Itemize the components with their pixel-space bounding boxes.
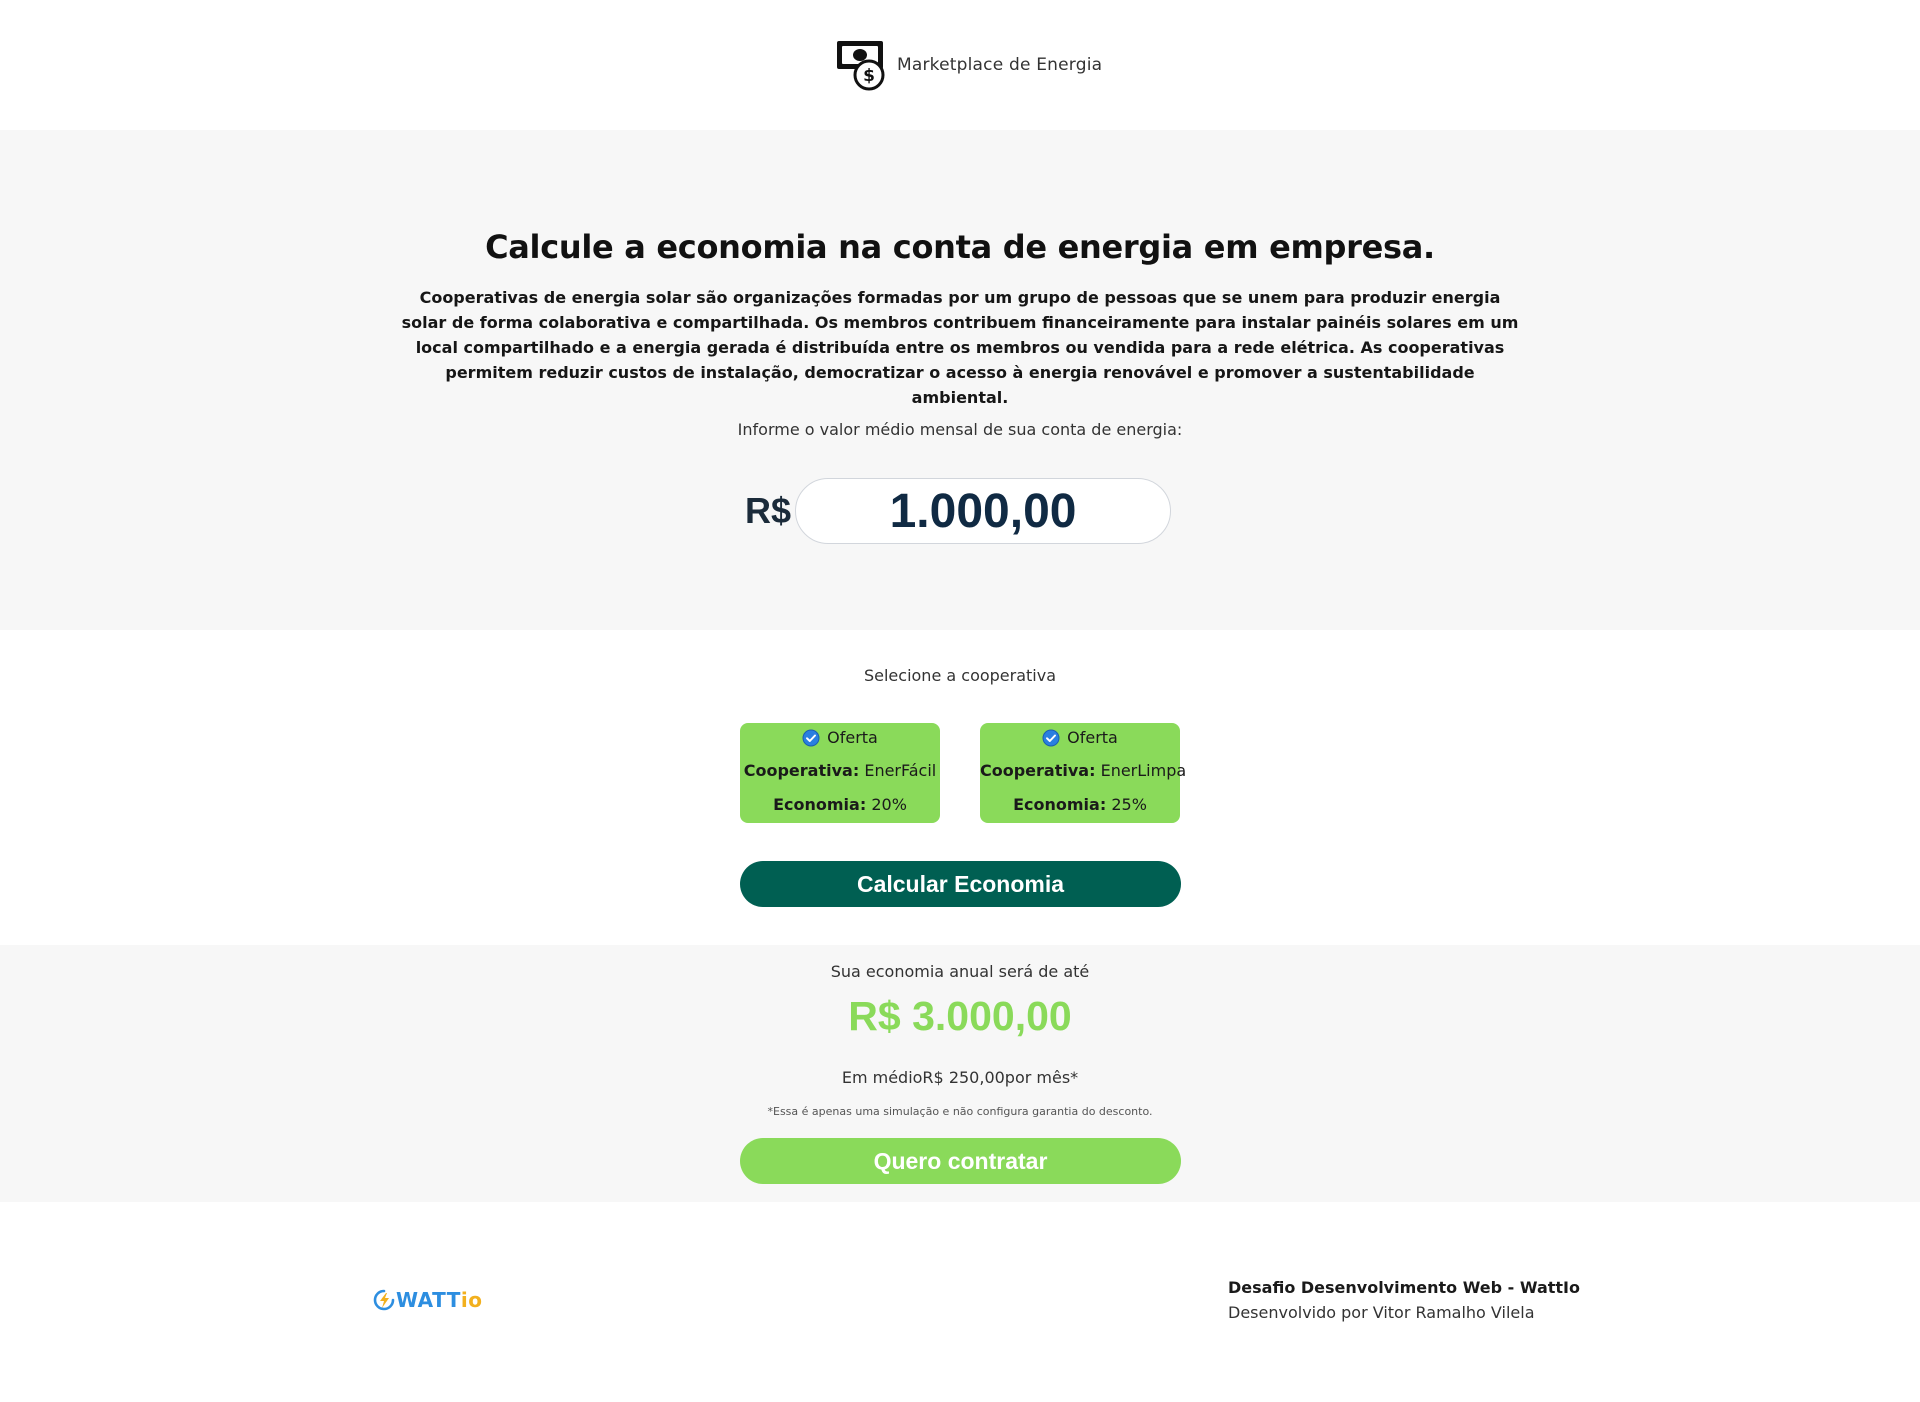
contract-button[interactable]: Quero contratar — [740, 1138, 1181, 1184]
annual-savings-value: R$ 3.000,00 — [848, 993, 1072, 1039]
calculator-hero: Calcule a economia na conta de energia e… — [0, 130, 1920, 630]
bill-label: Informe o valor médio mensal de sua cont… — [737, 420, 1183, 439]
bill-input-group: R$ — [745, 478, 1172, 544]
brand-name: Marketplace de Energia — [897, 55, 1103, 75]
money-bill-dollar-icon: $ — [837, 41, 885, 91]
result-label: Sua economia anual será de até — [830, 962, 1090, 981]
check-circle-icon — [1042, 729, 1060, 747]
footer-title: Desafio Desenvolvimento Web - WattIo — [1228, 1278, 1580, 1297]
simulation-disclaimer: *Essa é apenas uma simulação e não confi… — [767, 1105, 1153, 1118]
site-header: $ Marketplace de Energia — [0, 0, 1920, 130]
cooperative-name: EnerLimpa — [1100, 761, 1187, 780]
page-title: Calcule a economia na conta de energia e… — [485, 228, 1435, 266]
saving-key: Economia: — [773, 795, 867, 814]
lightning-bolt-icon — [373, 1289, 395, 1311]
cooperative-card-enerfacil[interactable]: Oferta Cooperativa: EnerFácil Economia: … — [740, 723, 940, 823]
brand[interactable]: $ Marketplace de Energia — [835, 38, 1102, 92]
cooperative-key: Cooperativa: — [743, 761, 860, 780]
check-circle-icon — [802, 729, 820, 747]
select-cooperative-label: Selecione a cooperativa — [863, 666, 1057, 685]
logo-watt-text: WATT — [396, 1288, 461, 1312]
hero-description: Cooperativas de energia solar são organi… — [401, 288, 1519, 407]
cooperative-card-enerlimpa[interactable]: Oferta Cooperativa: EnerLimpa Economia: … — [980, 723, 1186, 823]
result-section: Sua economia anual será de até R$ 3.000,… — [0, 945, 1920, 1202]
wattio-logo[interactable]: WATTio — [373, 1288, 482, 1312]
monthly-average: Em médioR$ 250,00por mês* — [841, 1068, 1079, 1087]
logo-io-text: io — [460, 1288, 483, 1312]
offer-badge: Oferta — [1067, 728, 1118, 747]
cooperative-name: EnerFácil — [864, 761, 937, 780]
footer-developer: Desenvolvido por Vitor Ramalho Vilela — [1228, 1303, 1535, 1322]
currency-prefix: R$ — [745, 490, 792, 531]
bill-value-input[interactable] — [795, 478, 1172, 544]
cooperative-key: Cooperativa: — [980, 761, 1096, 780]
saving-key: Economia: — [1013, 795, 1107, 814]
svg-text:$: $ — [863, 66, 875, 86]
logo-wordmark: WATTio — [396, 1288, 482, 1312]
footer-info: Desafio Desenvolvimento Web - WattIo Des… — [1228, 1276, 1580, 1326]
saving-value: 25% — [1111, 795, 1147, 814]
saving-value: 20% — [871, 795, 907, 814]
offer-badge: Oferta — [827, 728, 878, 747]
calculate-savings-button[interactable]: Calcular Economia — [740, 861, 1181, 907]
